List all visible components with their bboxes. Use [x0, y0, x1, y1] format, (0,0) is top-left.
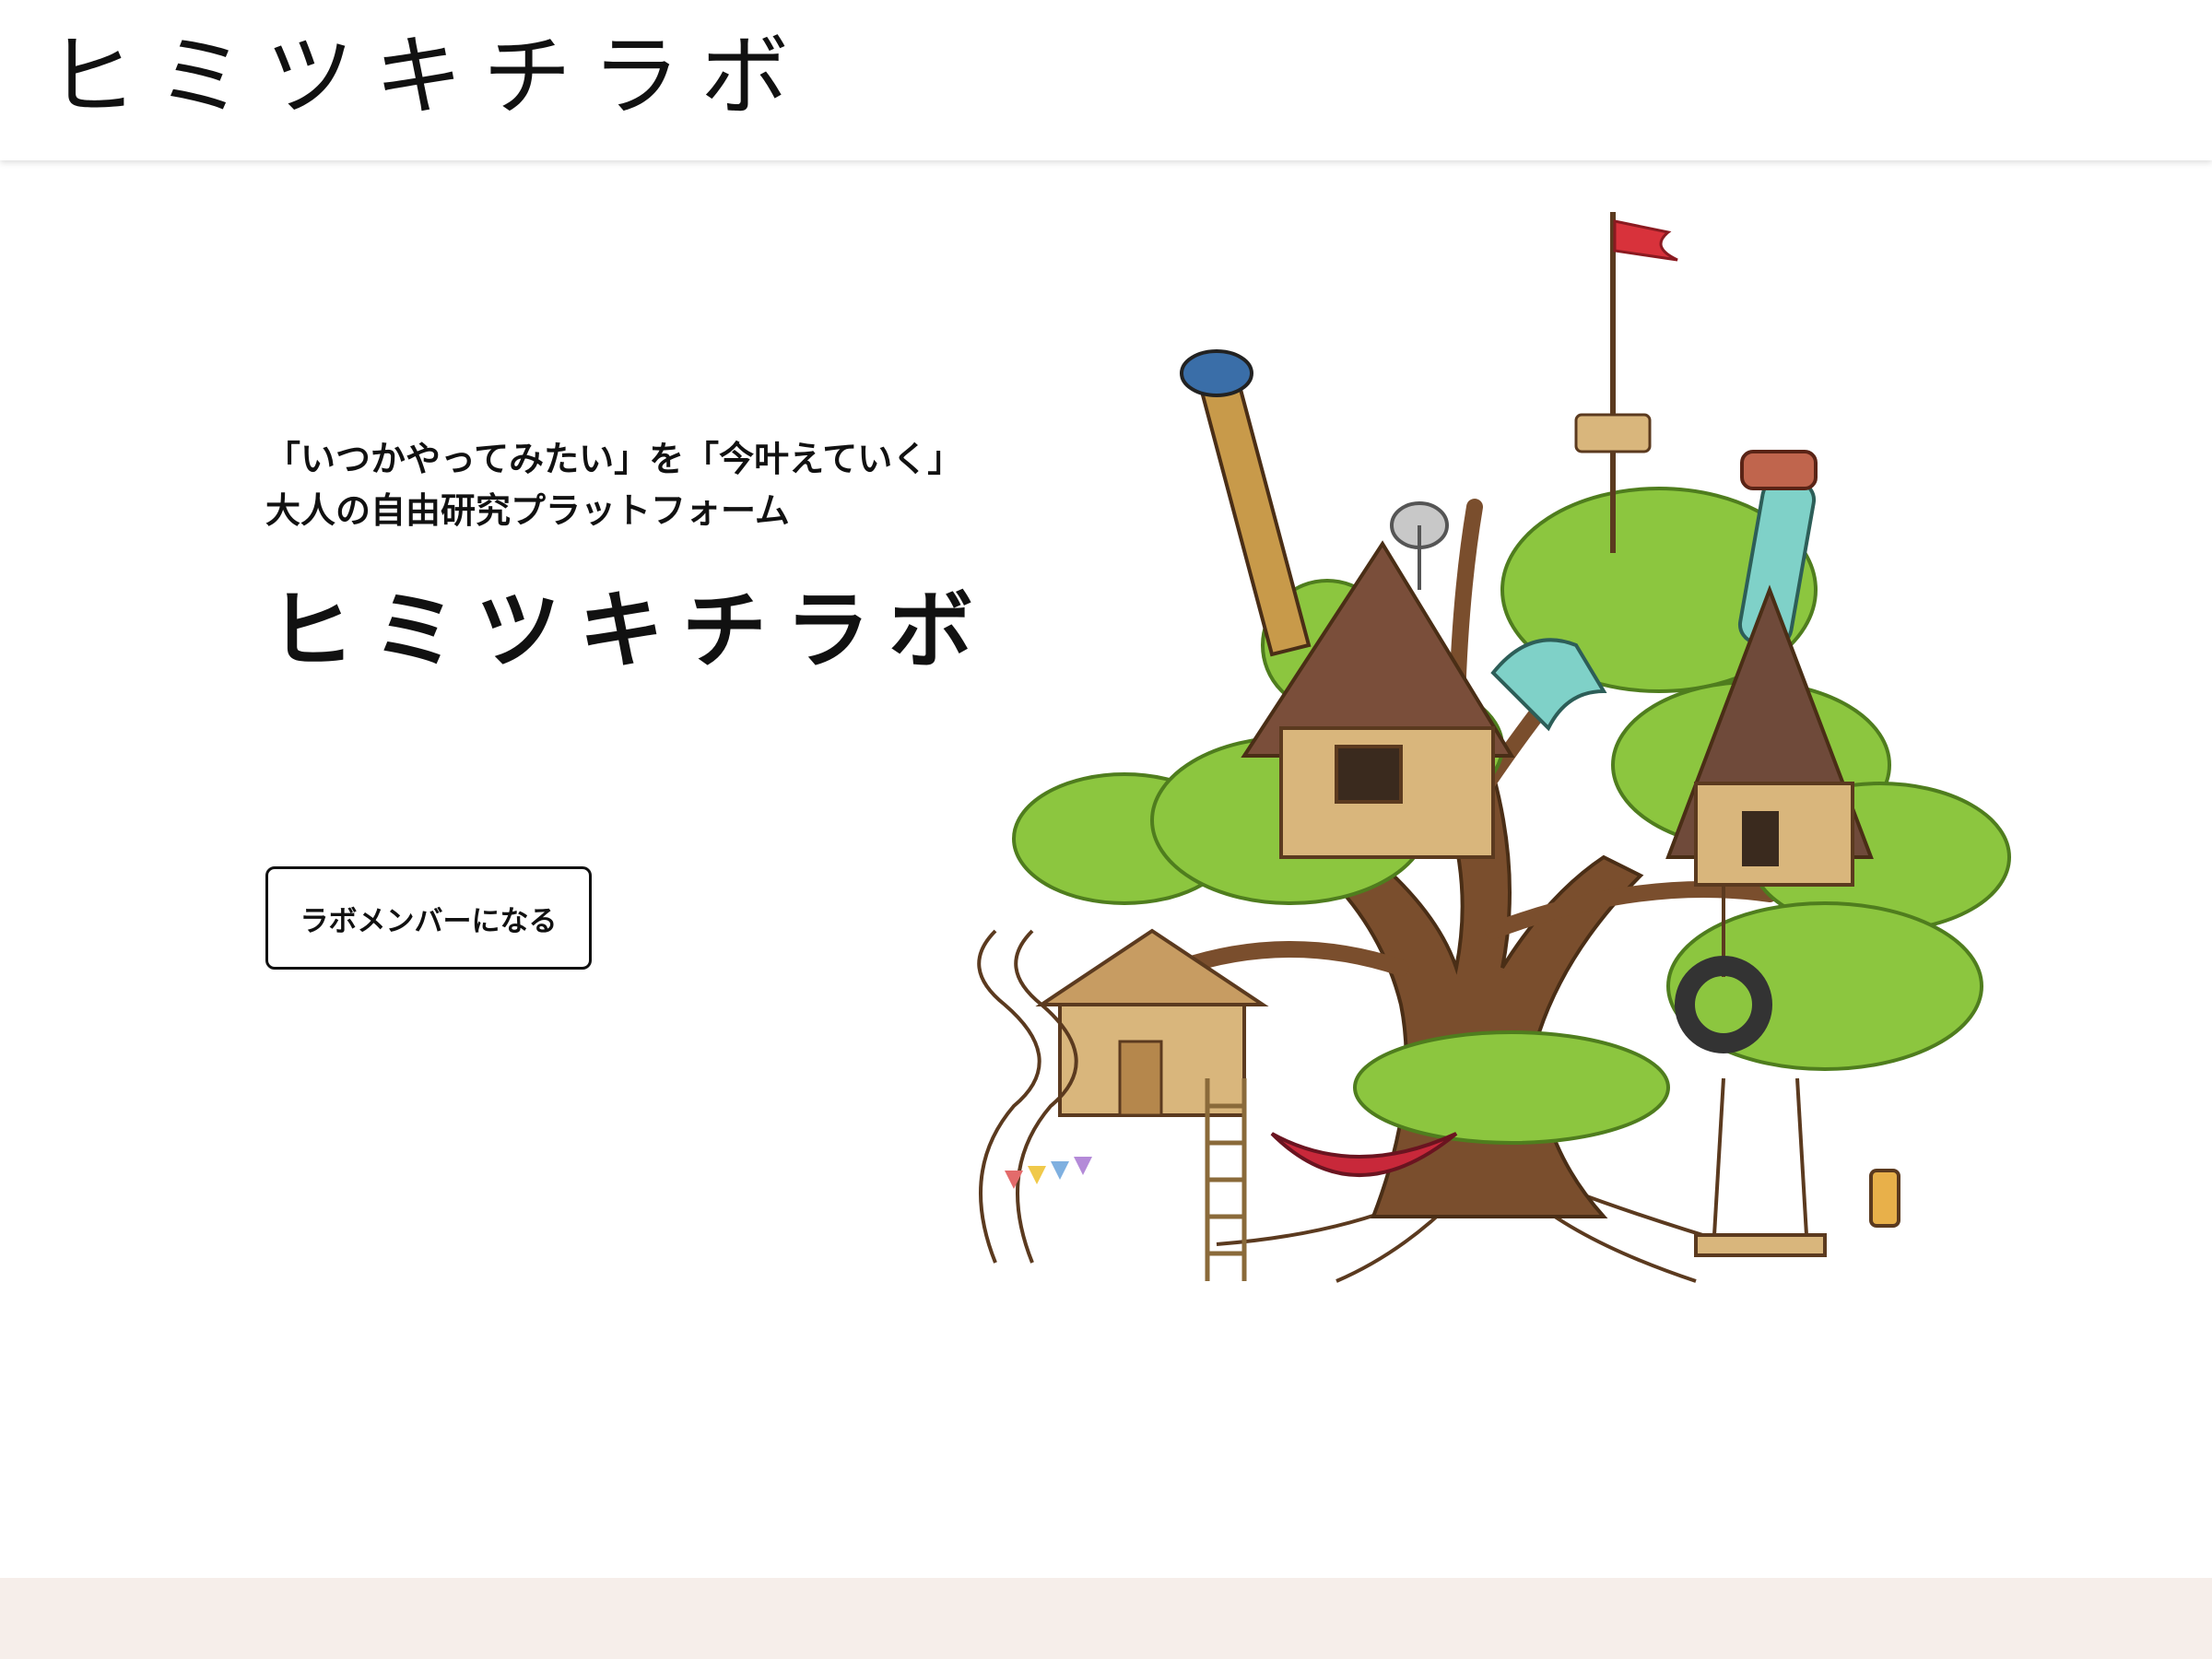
spiral-staircase [977, 929, 1078, 1264]
footer-band [0, 1578, 2212, 1659]
tagline-line-1: 「いつかやってみたい」を「今叶えていく」 [265, 439, 963, 479]
join-lab-button[interactable]: ラボメンバーになる [265, 866, 592, 970]
lantern-icon [1869, 1169, 1900, 1228]
site-header: ヒミツキチラボ [0, 0, 2212, 160]
treehouse-illustration [977, 212, 2011, 1283]
tagline-line-2: 大人の自由研究プラットフォーム [265, 490, 790, 531]
hero-tagline: 「いつかやってみたい」を「今叶えていく」 大人の自由研究プラットフォーム [265, 433, 962, 536]
telescope-icon [1180, 349, 1312, 657]
hero-logo: ヒミツキチラボ [269, 582, 993, 680]
swing [1694, 1077, 1827, 1257]
header-logo[interactable]: ヒミツキチラボ [48, 26, 809, 127]
